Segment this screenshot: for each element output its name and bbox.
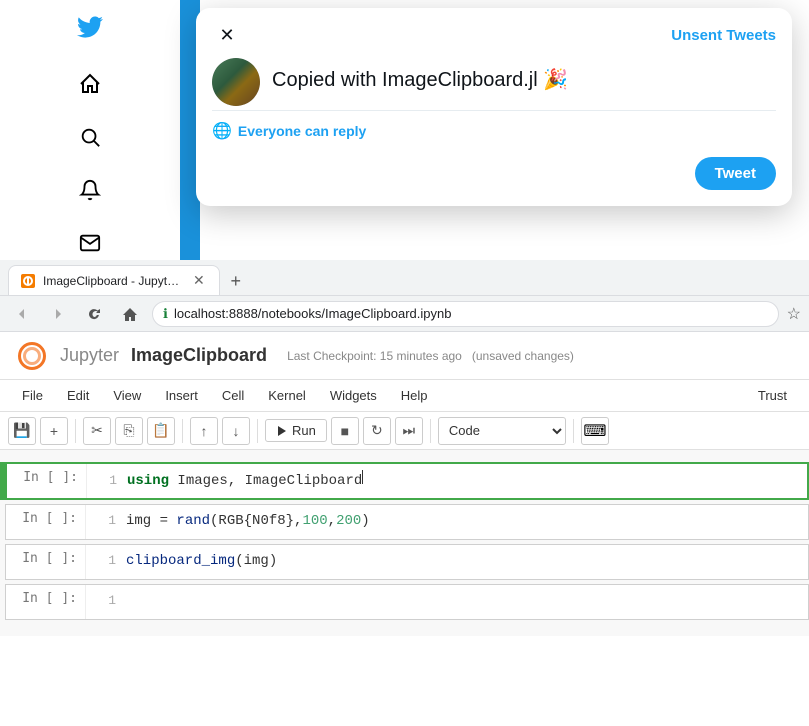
- lock-icon: ℹ: [163, 306, 168, 322]
- toolbar-separator-4: [430, 419, 431, 443]
- toolbar-separator-1: [75, 419, 76, 443]
- menu-edit[interactable]: Edit: [57, 384, 99, 407]
- search-icon[interactable]: [72, 120, 108, 155]
- notebook-area: In [ ]: 1using Images, ImageClipboard In…: [0, 450, 809, 636]
- tweet-button[interactable]: Tweet: [695, 157, 776, 190]
- menu-cell[interactable]: Cell: [212, 384, 254, 407]
- cell-2[interactable]: In [ ]: 1img = rand(RGB{N0f8},100,200): [0, 504, 809, 540]
- run-button[interactable]: Run: [265, 419, 327, 442]
- cell-prompt-2: In [ ]:: [6, 505, 86, 539]
- tab-favicon: [21, 274, 35, 288]
- save-button[interactable]: 💾: [8, 417, 36, 445]
- back-button[interactable]: [8, 300, 36, 328]
- add-cell-button[interactable]: +: [40, 417, 68, 445]
- jupyter-header: Jupyter ImageClipboard Last Checkpoint: …: [0, 332, 809, 380]
- trust-button[interactable]: Trust: [748, 384, 797, 407]
- cell-inner-2: In [ ]: 1img = rand(RGB{N0f8},100,200): [5, 504, 809, 540]
- toolbar-separator-2: [182, 419, 183, 443]
- restart-button[interactable]: ↻: [363, 417, 391, 445]
- notebook-name[interactable]: ImageClipboard: [131, 345, 267, 366]
- menu-help[interactable]: Help: [391, 384, 438, 407]
- browser-tab[interactable]: ImageClipboard - Jupyter No... ✕: [8, 265, 220, 295]
- close-button[interactable]: ✕: [212, 20, 242, 50]
- jupyter-logo: [16, 340, 48, 372]
- copy-button[interactable]: ⎘: [115, 417, 143, 445]
- modal-header: ✕ Unsent Tweets: [196, 8, 792, 58]
- avatar-image: [212, 58, 260, 106]
- ring-inner: [23, 347, 41, 365]
- cell-1[interactable]: In [ ]: 1using Images, ImageClipboard: [0, 462, 809, 500]
- toolbar-separator-5: [573, 419, 574, 443]
- url-text: localhost:8888/notebooks/ImageClipboard.…: [174, 306, 452, 321]
- jupyter-app-name: Jupyter: [60, 345, 119, 366]
- tweet-modal: ✕ Unsent Tweets Copied with ImageClipboa…: [196, 8, 792, 206]
- home-nav-button[interactable]: [116, 300, 144, 328]
- cell-code-4[interactable]: 1: [86, 585, 808, 619]
- jupyter-rings-icon: [16, 340, 48, 372]
- paste-button[interactable]: 📋: [147, 417, 175, 445]
- cell-prompt-4: In [ ]:: [6, 585, 86, 619]
- globe-icon: 🌐: [212, 121, 232, 141]
- cell-inner-4: In [ ]: 1: [5, 584, 809, 620]
- cell-inner-1: In [ ]: 1using Images, ImageClipboard: [5, 462, 809, 500]
- checkpoint-text: Last Checkpoint: 15 minutes ago: [287, 349, 462, 363]
- menu-view[interactable]: View: [103, 384, 151, 407]
- new-tab-button[interactable]: +: [222, 267, 250, 295]
- move-down-button[interactable]: ↓: [222, 417, 250, 445]
- interrupt-button[interactable]: ■: [331, 417, 359, 445]
- reply-setting[interactable]: 🌐 Everyone can reply: [196, 111, 792, 149]
- browser-section: ImageClipboard - Jupyter No... ✕ + ℹ loc…: [0, 260, 809, 726]
- cell-type-select[interactable]: Code Markdown Raw NBConvert: [438, 417, 566, 445]
- menu-insert[interactable]: Insert: [155, 384, 208, 407]
- reply-setting-label[interactable]: Everyone can reply: [238, 123, 366, 139]
- tweet-body: Copied with ImageClipboard.jl 🎉: [196, 58, 792, 110]
- url-bar[interactable]: ℹ localhost:8888/notebooks/ImageClipboar…: [152, 301, 779, 327]
- tab-bar: ImageClipboard - Jupyter No... ✕ +: [0, 260, 809, 296]
- twitter-bird-icon[interactable]: [72, 10, 108, 45]
- menu-widgets[interactable]: Widgets: [320, 384, 387, 407]
- refresh-button[interactable]: [80, 300, 108, 328]
- forward-button[interactable]: [44, 300, 72, 328]
- address-bar: ℹ localhost:8888/notebooks/ImageClipboar…: [0, 296, 809, 332]
- bookmark-button[interactable]: ☆: [787, 304, 801, 324]
- cell-prompt-1: In [ ]:: [7, 464, 87, 498]
- cut-button[interactable]: ✂: [83, 417, 111, 445]
- move-up-button[interactable]: ↑: [190, 417, 218, 445]
- menu-bar: File Edit View Insert Cell Kernel Widget…: [0, 380, 809, 412]
- messages-icon[interactable]: [72, 225, 108, 260]
- modal-footer: Tweet: [196, 149, 792, 194]
- home-icon[interactable]: [72, 67, 108, 102]
- tab-close-button[interactable]: ✕: [191, 270, 207, 291]
- unsaved-text: (unsaved changes): [472, 349, 574, 363]
- cell-prompt-3: In [ ]:: [6, 545, 86, 579]
- restart-run-button[interactable]: ⏭: [395, 417, 423, 445]
- cell-code-1[interactable]: 1using Images, ImageClipboard: [87, 464, 807, 498]
- unsent-tweets-link[interactable]: Unsent Tweets: [671, 27, 776, 44]
- tweet-text: Copied with ImageClipboard.jl 🎉: [272, 58, 776, 110]
- cell-3[interactable]: In [ ]: 1clipboard_img(img): [0, 544, 809, 580]
- keyboard-shortcuts-button[interactable]: ⌨: [581, 417, 609, 445]
- toolbar: 💾 + ✂ ⎘ 📋 ↑ ↓ Run ■ ↻ ⏭ Code Markdown Ra…: [0, 412, 809, 450]
- tweet-content: Copied with ImageClipboard.jl 🎉: [272, 58, 776, 110]
- toolbar-separator-3: [257, 419, 258, 443]
- checkpoint-info: Last Checkpoint: 15 minutes ago (unsaved…: [287, 349, 574, 363]
- cell-code-3[interactable]: 1clipboard_img(img): [86, 545, 808, 579]
- twitter-sidebar: [0, 0, 180, 260]
- menu-kernel[interactable]: Kernel: [258, 384, 316, 407]
- cell-inner-3: In [ ]: 1clipboard_img(img): [5, 544, 809, 580]
- notifications-icon[interactable]: [72, 172, 108, 207]
- cell-4[interactable]: In [ ]: 1: [0, 584, 809, 620]
- run-label: Run: [292, 423, 316, 438]
- menu-file[interactable]: File: [12, 384, 53, 407]
- cell-code-2[interactable]: 1img = rand(RGB{N0f8},100,200): [86, 505, 808, 539]
- avatar: [212, 58, 260, 106]
- tab-label: ImageClipboard - Jupyter No...: [43, 274, 183, 288]
